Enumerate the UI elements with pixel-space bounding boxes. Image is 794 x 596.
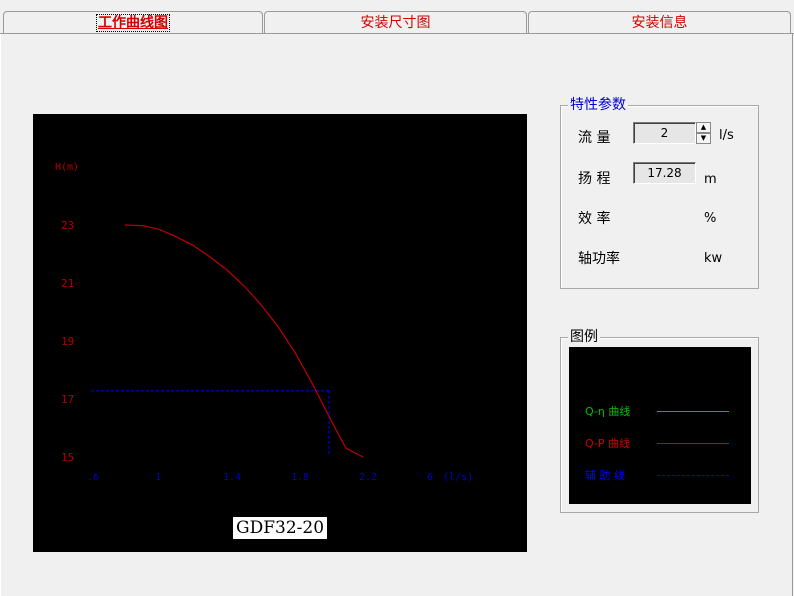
flow-spin-down-button[interactable]: ▼: [696, 133, 711, 144]
performance-chart: H(m) 23 21 19 17 15 .6 1 1.4 1.8 2.2 6 (l/s): [33, 114, 527, 552]
tab-install-info[interactable]: 安装信息: [528, 11, 791, 33]
legend-label-q-p: Q-P 曲线: [585, 437, 631, 450]
efficiency-unit: %: [704, 211, 717, 226]
legend-line-auxiliary: [657, 475, 729, 476]
pump-model-label: GDF32-20: [233, 517, 328, 539]
chevron-down-icon: ▼: [700, 134, 707, 142]
y-tick-label: 19: [61, 335, 74, 348]
flow-unit: l/s: [719, 128, 734, 143]
legend-panel: Q-η 曲线 Q-P 曲线 辅 助 线: [569, 347, 751, 504]
x-tick-label: 6: [427, 472, 433, 483]
x-tick-label: .6: [87, 472, 99, 483]
y-tick-label: 15: [61, 451, 74, 464]
power-unit: kw: [704, 251, 723, 266]
legend-label-auxiliary: 辅 助 线: [585, 469, 625, 482]
tab-install-dimensions[interactable]: 安装尺寸图: [264, 11, 527, 33]
y-tick-label: 17: [61, 393, 74, 406]
flow-label: 流 量: [578, 130, 611, 146]
tab-work-curve-label: 工作曲线图: [96, 14, 170, 32]
q-h-curve: [124, 224, 364, 458]
power-label: 轴功率: [578, 251, 620, 267]
flow-input[interactable]: 2: [633, 122, 696, 144]
head-unit: m: [704, 172, 717, 187]
y-axis-label: H(m): [55, 162, 79, 173]
head-field: 17.28: [633, 162, 696, 184]
chart-canvas: H(m) 23 21 19 17 15 .6 1 1.4 1.8 2.2 6 (l/s): [55, 162, 473, 483]
y-tick-label: 23: [61, 219, 74, 232]
frame-edge-left: [0, 34, 1, 596]
x-tick-label: 1.8: [291, 472, 309, 483]
legend-group-title: 图例: [568, 328, 600, 346]
tab-work-curve[interactable]: 工作曲线图: [3, 11, 263, 33]
x-tick-label: 2.2: [359, 472, 377, 483]
x-tick-label: 1: [155, 472, 161, 483]
chevron-up-icon: ▲: [700, 123, 707, 131]
legend-line-q-eta: [657, 411, 729, 412]
flow-spin-up-button[interactable]: ▲: [696, 122, 711, 133]
x-tick-label: 1.4: [223, 472, 241, 483]
efficiency-label: 效 率: [578, 211, 611, 227]
x-axis-label: (l/s): [443, 472, 473, 483]
head-label: 扬 程: [578, 171, 611, 187]
legend-line-q-p: [657, 443, 729, 444]
tab-install-info-label: 安装信息: [631, 15, 688, 31]
params-group-title: 特性参数: [568, 96, 628, 114]
y-tick-label: 21: [61, 277, 74, 290]
tab-install-dimensions-label: 安装尺寸图: [360, 15, 431, 31]
tab-divider: [0, 33, 794, 34]
legend-label-q-eta: Q-η 曲线: [585, 405, 631, 418]
frame-edge-right: [792, 34, 793, 596]
